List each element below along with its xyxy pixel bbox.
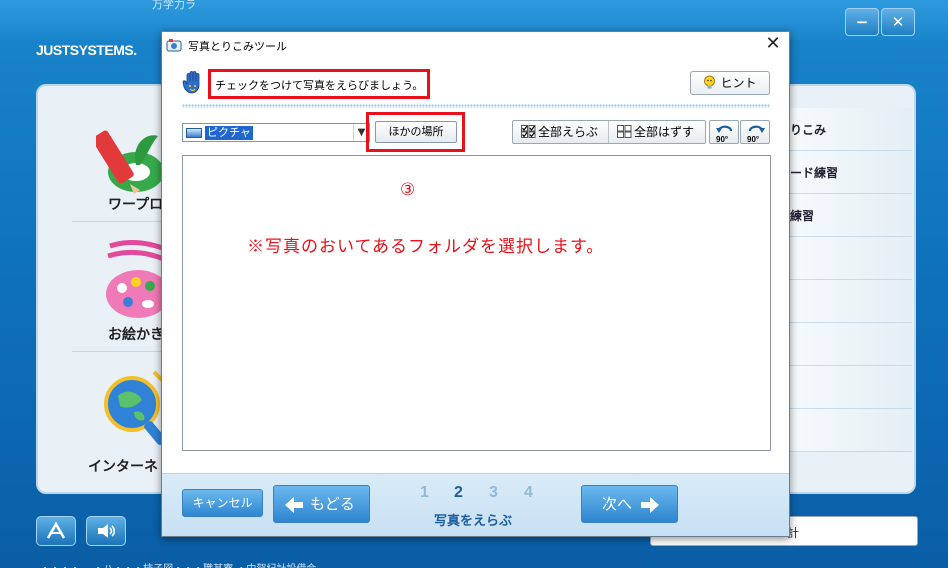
right-menu-item[interactable]: 練習	[790, 194, 912, 237]
instruction-text: チェックをつけて写真をえらびましょう。	[208, 69, 430, 99]
back-button[interactable]: もどる	[273, 485, 370, 523]
folder-dropdown[interactable]: ピクチャ ▼	[182, 123, 370, 142]
right-menu-item[interactable]: ード練習	[790, 151, 912, 194]
app-menu-right: りこみ ード練習 練習	[790, 108, 912, 452]
right-menu-item[interactable]	[790, 237, 912, 280]
arrow-right-icon	[641, 497, 659, 513]
menu-label-drawing: お絵かき	[108, 327, 164, 343]
right-menu-item[interactable]	[790, 366, 912, 409]
dialog-close-button[interactable]: ✕	[762, 34, 784, 56]
raised-hand-icon	[182, 71, 200, 94]
menu-label-wordprocessor: ワープロ	[108, 197, 164, 213]
picture-folder-icon	[186, 128, 202, 138]
minimize-button[interactable]: −	[845, 8, 879, 36]
menu-label-internet: インターネ	[88, 459, 158, 475]
rotate-left-button[interactable]: 90°	[709, 120, 739, 144]
step-4: 4	[524, 484, 533, 501]
close-app-button[interactable]: ✕	[881, 8, 915, 36]
next-label: 次へ	[602, 495, 633, 513]
step-2-active: 2	[454, 484, 463, 501]
app-menu-left: ワープロ お絵かき インターネ	[72, 92, 172, 484]
dialog-footer: キャンセル もどる 1 2 3 4 写真をえらぶ 次へ	[162, 473, 789, 536]
right-menu-item[interactable]	[790, 409, 912, 452]
rotate-left-icon: 90°	[716, 125, 733, 144]
annotation-text: ※写真のおいてあるフォルダを選択します。	[247, 237, 605, 257]
deselect-all-button[interactable]: 全部はずす	[609, 121, 705, 143]
settings-tool-button[interactable]	[36, 516, 76, 546]
pen-tool-icon	[46, 521, 66, 539]
camera-icon	[166, 39, 182, 52]
step-3: 3	[489, 484, 498, 501]
select-all-label: 全部えらぶ	[538, 125, 599, 139]
menu-item-drawing[interactable]: お絵かき	[72, 222, 172, 352]
right-menu-item[interactable]	[790, 280, 912, 323]
other-place-button[interactable]: ほかの場所	[375, 121, 457, 143]
current-step-label: 写真をえらぶ	[434, 514, 513, 529]
dotted-divider	[182, 104, 770, 108]
folder-selected-value: ピクチャ	[205, 126, 253, 140]
empty-grid-icon	[617, 125, 632, 138]
rotate-left-label: 90°	[716, 135, 728, 144]
dialog-title: 写真とりこみツール	[188, 40, 287, 53]
lightbulb-icon	[704, 75, 716, 89]
menu-item-wordprocessor[interactable]: ワープロ	[72, 92, 172, 222]
selection-button-group: 全部えらぶ 全部はずす	[512, 120, 706, 144]
checked-grid-icon	[521, 125, 536, 138]
arrow-left-icon	[285, 497, 303, 513]
rotate-right-button[interactable]: 90°	[740, 120, 770, 144]
hint-label: ヒント	[720, 76, 757, 90]
rotate-right-label: 90°	[747, 135, 759, 144]
annotation-step-number: ③	[400, 180, 416, 200]
step-1: 1	[420, 484, 429, 501]
sound-button[interactable]	[86, 516, 126, 546]
step-indicator: 1 2 3 4	[414, 484, 544, 504]
photo-import-dialog: 写真とりこみツール ✕ チェックをつけて写真をえらびましょう。 ヒント ピクチャ…	[161, 31, 790, 537]
right-menu-item[interactable]	[790, 323, 912, 366]
deselect-all-label: 全部はずす	[634, 125, 695, 139]
photo-list-area[interactable]	[182, 155, 771, 451]
justsystems-logo: JUSTSYSTEMS.	[36, 42, 137, 58]
dialog-titlebar[interactable]: 写真とりこみツール ✕	[162, 32, 789, 58]
speaker-icon	[98, 524, 116, 538]
menu-item-internet[interactable]: インターネ	[72, 352, 172, 482]
cancel-button[interactable]: キャンセル	[182, 489, 263, 517]
next-button[interactable]: 次へ	[581, 485, 678, 523]
select-all-button[interactable]: 全部えらぶ	[513, 121, 609, 143]
rotate-right-icon: 90°	[747, 125, 765, 144]
right-menu-item[interactable]: りこみ	[790, 108, 912, 151]
app-top-text: 万学力ラ	[152, 0, 196, 11]
hint-button[interactable]: ヒント	[690, 71, 770, 95]
back-label: もどる	[310, 495, 355, 513]
app-footer-text: …・・・・… ・ハ・・・柿子図・・・職某寮 ・中賀紀計設借会	[30, 560, 316, 568]
